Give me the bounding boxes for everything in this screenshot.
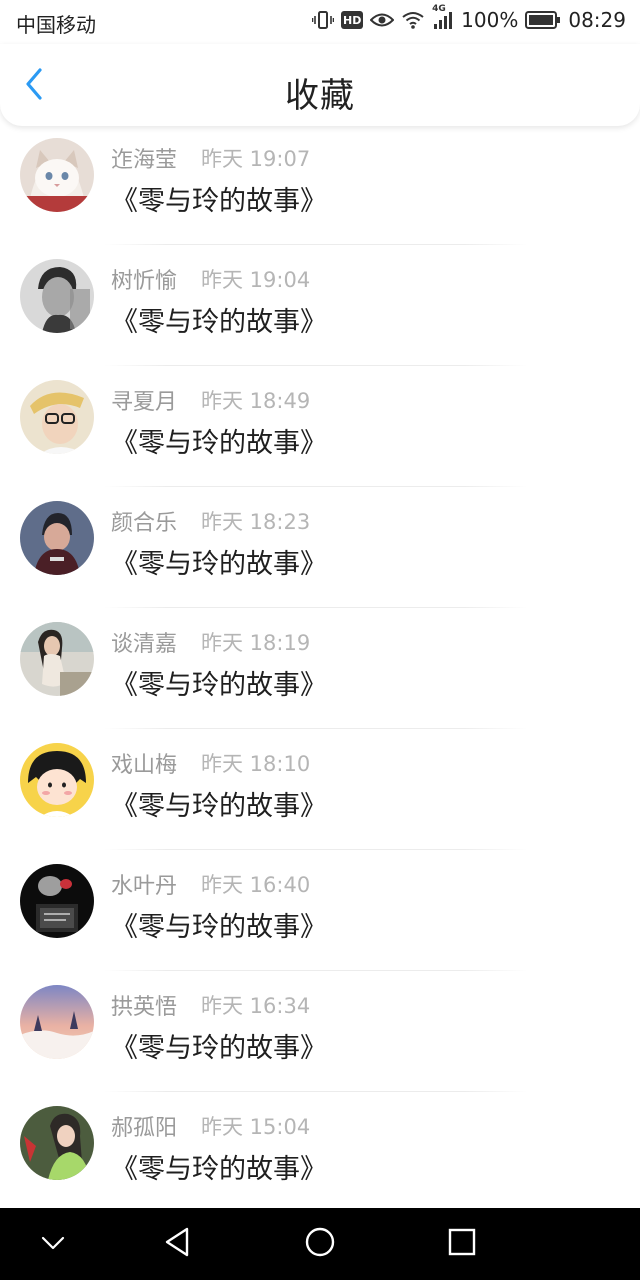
divider — [104, 486, 528, 487]
status-icons: HD 4G 100% 08:29 — [312, 4, 626, 32]
contact-name: 戏山梅 — [111, 753, 178, 778]
contact-name: 迮海莹 — [111, 148, 178, 173]
nav-bar: 收藏 — [0, 44, 640, 126]
avatar[interactable] — [20, 864, 94, 938]
battery-percent: 100% — [461, 8, 519, 32]
favorite-content: 《零与玲的故事》 — [111, 307, 327, 338]
list-item[interactable]: 寻夏月 昨天 18:49 《零与玲的故事》 — [0, 368, 640, 489]
contact-name: 拱英悟 — [111, 995, 178, 1020]
avatar[interactable] — [20, 259, 94, 333]
divider — [104, 1091, 528, 1092]
divider — [104, 365, 528, 366]
avatar[interactable] — [20, 1106, 94, 1180]
favorite-content: 《零与玲的故事》 — [111, 428, 327, 459]
avatar[interactable] — [20, 501, 94, 575]
timestamp: 昨天 16:40 — [201, 873, 311, 897]
home-circle-icon — [304, 1226, 336, 1262]
list-item[interactable]: 迮海莹 昨天 19:07 《零与玲的故事》 — [0, 126, 640, 247]
timestamp: 昨天 18:19 — [201, 631, 311, 655]
avatar[interactable] — [20, 622, 94, 696]
favorite-content: 《零与玲的故事》 — [111, 791, 327, 822]
carrier-name: 中国移动 — [16, 13, 96, 37]
favorite-content: 《零与玲的故事》 — [111, 186, 327, 217]
list-item[interactable]: 颜合乐 昨天 18:23 《零与玲的故事》 — [0, 489, 640, 610]
system-back-button[interactable] — [157, 1224, 197, 1264]
battery-icon — [525, 11, 561, 29]
hd-badge: HD — [341, 11, 364, 29]
avatar[interactable] — [20, 743, 94, 817]
favorite-content: 《零与玲的故事》 — [111, 670, 327, 701]
timestamp: 昨天 19:07 — [201, 147, 311, 171]
favorites-list: 迮海莹 昨天 19:07 《零与玲的故事》 树忻愉 昨天 19:04 《零与玲的… — [0, 126, 640, 1215]
timestamp: 昨天 18:49 — [201, 389, 311, 413]
contact-name: 水叶丹 — [111, 874, 178, 899]
timestamp: 昨天 15:04 — [201, 1115, 311, 1139]
list-item[interactable]: 戏山梅 昨天 18:10 《零与玲的故事》 — [0, 731, 640, 852]
divider — [104, 728, 528, 729]
avatar[interactable] — [20, 380, 94, 454]
system-home-button[interactable] — [300, 1224, 340, 1264]
contact-name: 谈清嘉 — [111, 632, 178, 657]
wifi-icon — [401, 10, 425, 30]
list-item[interactable]: 郝孤阳 昨天 15:04 《零与玲的故事》 — [0, 1094, 640, 1215]
eye-icon — [370, 11, 395, 29]
favorite-content: 《零与玲的故事》 — [111, 912, 327, 943]
system-nav-bar — [0, 1208, 640, 1280]
page-title: 收藏 — [285, 76, 355, 116]
divider — [104, 607, 528, 608]
avatar[interactable] — [20, 985, 94, 1059]
divider — [104, 244, 528, 245]
list-item[interactable]: 拱英悟 昨天 16:34 《零与玲的故事》 — [0, 973, 640, 1094]
divider — [104, 849, 528, 850]
chevron-down-icon — [41, 1235, 65, 1254]
contact-name: 寻夏月 — [111, 390, 178, 415]
favorite-content: 《零与玲的故事》 — [111, 1154, 327, 1185]
contact-name: 颜合乐 — [111, 511, 178, 536]
timestamp: 昨天 18:10 — [201, 752, 311, 776]
list-item[interactable]: 谈清嘉 昨天 18:19 《零与玲的故事》 — [0, 610, 640, 731]
list-item[interactable]: 树忻愉 昨天 19:04 《零与玲的故事》 — [0, 247, 640, 368]
avatar[interactable] — [20, 138, 94, 212]
back-triangle-icon — [163, 1227, 191, 1261]
signal-icon: 4G — [432, 4, 454, 30]
contact-name: 树忻愉 — [111, 269, 178, 294]
timestamp: 昨天 16:34 — [201, 994, 311, 1018]
vibrate-icon — [312, 10, 335, 30]
network-type-label: 4G — [432, 4, 446, 14]
recents-square-icon — [448, 1228, 476, 1260]
contact-name: 郝孤阳 — [111, 1116, 178, 1141]
timestamp: 昨天 18:23 — [201, 510, 311, 534]
system-recents-button[interactable] — [442, 1224, 482, 1264]
favorite-content: 《零与玲的故事》 — [111, 1033, 327, 1064]
favorite-content: 《零与玲的故事》 — [111, 549, 327, 580]
timestamp: 昨天 19:04 — [201, 268, 311, 292]
status-bar: 中国移动 HD 4G 100% 08:29 — [0, 0, 640, 44]
list-item[interactable]: 水叶丹 昨天 16:40 《零与玲的故事》 — [0, 852, 640, 973]
clock: 08:29 — [568, 8, 626, 32]
divider — [104, 970, 528, 971]
hide-nav-button[interactable] — [33, 1224, 73, 1264]
